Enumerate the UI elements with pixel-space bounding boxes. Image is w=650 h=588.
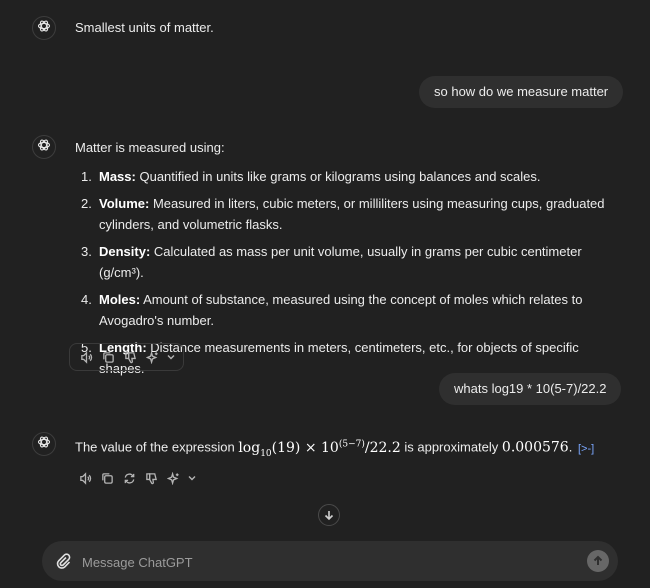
- copy-icon[interactable]: [100, 349, 116, 365]
- chevron-down-icon[interactable]: [166, 349, 175, 365]
- list-item-desc: Measured in liters, cubic meters, or mil…: [99, 196, 605, 232]
- speaker-icon[interactable]: [77, 470, 93, 486]
- chevron-down-icon[interactable]: [187, 470, 196, 486]
- arrow-down-icon: [323, 509, 335, 521]
- send-button[interactable]: [587, 550, 609, 572]
- message-input[interactable]: [80, 551, 564, 573]
- speaker-icon[interactable]: [78, 349, 94, 365]
- list-item-desc: Quantified in units like grams or kilogr…: [135, 169, 541, 184]
- openai-logo-icon: [36, 137, 52, 158]
- openai-logo-icon: [36, 434, 52, 455]
- user-message-2: whats log19 * 10(5-7)/22.2: [439, 373, 622, 405]
- assistant-message-2-intro: Matter is measured using:: [75, 140, 225, 155]
- paperclip-icon[interactable]: [54, 552, 72, 570]
- assistant-message-3: The value of the expression log10(19) × …: [75, 439, 595, 459]
- message-actions-3: [69, 464, 204, 492]
- assistant-avatar: [32, 432, 56, 456]
- sparkle-icon[interactable]: [165, 470, 181, 486]
- message-actions-2: [69, 343, 184, 371]
- list-item-term: Volume:: [99, 196, 150, 211]
- list-item: 1. Mass: Quantified in units like grams o…: [81, 169, 541, 184]
- copy-icon[interactable]: [99, 470, 115, 486]
- regenerate-icon[interactable]: [121, 470, 137, 486]
- arrow-up-icon: [592, 555, 604, 567]
- scroll-down-button[interactable]: [318, 504, 340, 526]
- openai-logo-icon: [36, 18, 52, 39]
- user-message-1: so how do we measure matter: [419, 76, 624, 108]
- message-composer: [42, 541, 618, 581]
- assistant-avatar: [32, 16, 56, 40]
- thumbs-down-icon[interactable]: [143, 470, 159, 486]
- list-item-term: Mass:: [99, 169, 136, 184]
- list-item-term: Density:: [99, 244, 151, 259]
- thumbs-down-icon[interactable]: [122, 349, 138, 365]
- list-item: 4. Moles: Amount of substance, measured u…: [81, 292, 583, 328]
- assistant-avatar: [32, 135, 56, 159]
- list-item-desc: Amount of substance, measured using the …: [99, 292, 583, 328]
- list-item: 3. Density: Calculated as mass per unit v…: [81, 244, 582, 280]
- sparkle-icon[interactable]: [144, 349, 160, 365]
- analysis-link[interactable]: [>-]: [578, 443, 594, 455]
- list-item-term: Moles:: [99, 292, 141, 307]
- list-item-desc: Calculated as mass per unit volume, usua…: [99, 244, 582, 280]
- math-expression: log10(19) × 10(5−7)/22.2: [238, 439, 401, 459]
- chat-page: Smallest units of matter. so how do we m…: [0, 0, 650, 588]
- assistant-message-1: Smallest units of matter.: [75, 20, 214, 35]
- list-item: 2. Volume: Measured in liters, cubic mete…: [81, 196, 605, 232]
- math-result: 0.000576: [501, 439, 569, 456]
